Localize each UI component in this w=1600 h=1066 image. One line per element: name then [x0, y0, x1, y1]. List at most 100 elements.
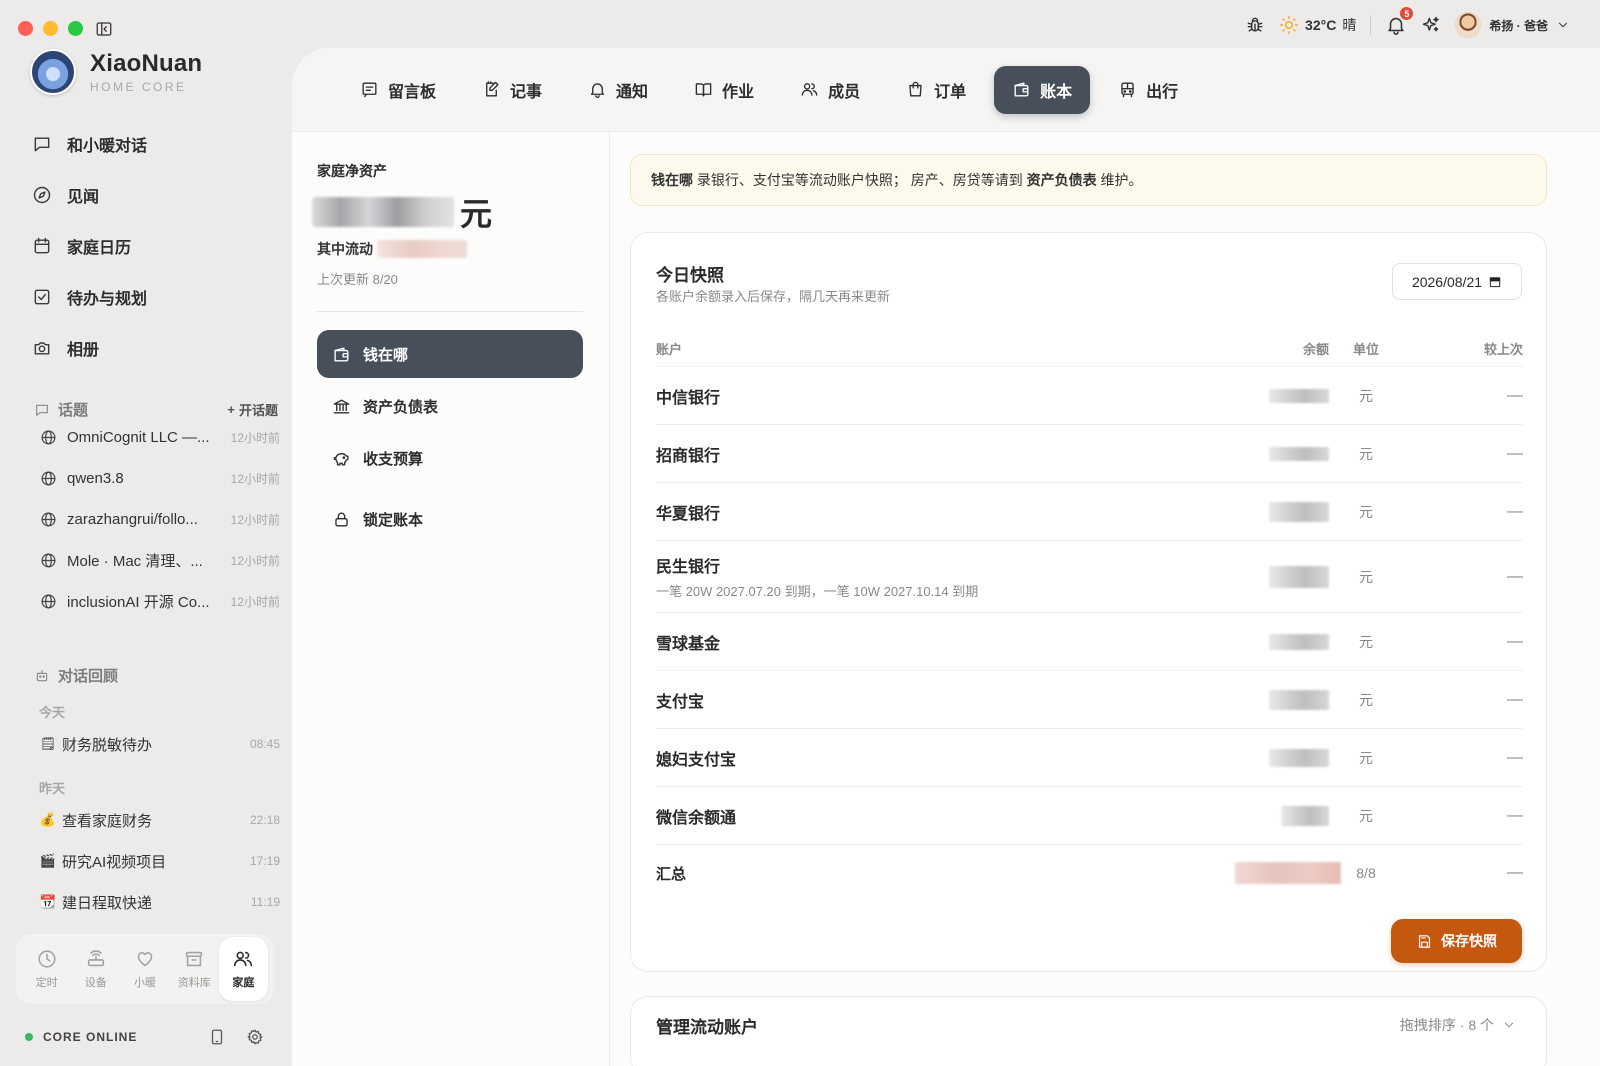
balance-input[interactable]	[1281, 805, 1329, 826]
dock-item-timer[interactable]: 定时	[22, 937, 71, 1001]
column-header-balance: 余额	[1302, 342, 1329, 357]
dock-label: 资料库	[177, 977, 211, 989]
money-bag-icon: 💰	[39, 812, 57, 827]
tab-homework[interactable]: 作业	[676, 66, 772, 114]
list-item[interactable]: 💰 查看家庭财务 22:18	[40, 808, 280, 832]
table-total-row: 汇总 8/8 —	[656, 845, 1523, 901]
tab-label: 账本	[1040, 83, 1073, 101]
snapshot-date-picker[interactable]: 2026/08/21	[1392, 263, 1522, 300]
dock-item-xiaonuan[interactable]: 小暖	[120, 937, 169, 1001]
tab-message-board[interactable]: 留言板	[342, 66, 454, 114]
sidebar-item-label: 家庭日历	[67, 239, 132, 257]
list-item[interactable]: qwen3.8 12小时前	[40, 458, 280, 499]
ledger-menu-budget[interactable]: 收支预算	[317, 434, 583, 482]
chevron-down-icon	[1556, 18, 1570, 32]
topic-time: 12小时前	[230, 513, 280, 527]
sidebar-item-album[interactable]: 相册	[32, 322, 272, 373]
manage-accounts-card[interactable]: 管理流动账户 拖拽排序 · 8 个	[630, 996, 1547, 1066]
ledger-menu-label: 钱在哪	[363, 346, 409, 364]
notifications-button[interactable]: 5	[1385, 7, 1414, 36]
user-menu[interactable]: 希扬 · 爸爸	[1455, 12, 1570, 38]
zoom-window-button[interactable]	[68, 21, 83, 36]
account-name: 媳妇支付宝	[656, 751, 737, 769]
bug-icon[interactable]	[1245, 15, 1265, 35]
list-item[interactable]: inclusionAI 开源 Co... 12小时前	[40, 581, 280, 622]
core-actions	[208, 1028, 264, 1046]
tab-orders[interactable]: 订单	[888, 66, 984, 114]
ledger-menu-lock[interactable]: 锁定账本	[317, 495, 583, 543]
sidebar-item-news[interactable]: 见闻	[32, 169, 272, 220]
list-item[interactable]: 🗒 财务脱敏待办 08:45	[40, 732, 280, 756]
notice-text-1: 录银行、支付宝等流动账户快照； 房产、房贷等请到	[693, 172, 1027, 188]
ledger-menu-label: 锁定账本	[363, 511, 424, 529]
total-label: 汇总	[656, 865, 687, 883]
ledger-menu-balance-sheet[interactable]: 资产负债表	[317, 382, 583, 430]
balance-input[interactable]	[1269, 446, 1329, 461]
globe-icon	[40, 429, 57, 446]
wallet-icon	[1012, 80, 1031, 99]
tab-ledger[interactable]: 账本	[994, 65, 1091, 114]
sidebar-item-todo[interactable]: 待办与规划	[32, 271, 272, 322]
account-name: 华夏银行	[656, 505, 721, 523]
topic-time: 12小时前	[230, 554, 280, 568]
review-title: 研究AI视频项目	[62, 853, 167, 871]
balance-input[interactable]	[1269, 633, 1329, 650]
sidebar-item-chat[interactable]: 和小暖对话	[32, 118, 272, 169]
dock-item-family[interactable]: 家庭	[218, 937, 269, 1001]
dock-item-devices[interactable]: 设备	[71, 937, 120, 1001]
brand-subtitle: HOME CORE	[90, 80, 187, 94]
account-note: 一笔 20W 2027.07.20 到期，一笔 10W 2027.10.14 到…	[656, 584, 979, 599]
archive-icon	[183, 948, 205, 970]
table-row: 支付宝 元 —	[656, 671, 1523, 729]
save-snapshot-button[interactable]: 保存快照	[1391, 919, 1522, 963]
tab-travel[interactable]: 出行	[1100, 66, 1196, 114]
tab-notes[interactable]: 记事	[464, 66, 560, 114]
account-unit: 元	[1359, 445, 1373, 462]
sidebar-toggle-icon[interactable]	[95, 20, 113, 38]
tab-members[interactable]: 成员	[782, 66, 878, 114]
family-icon	[232, 948, 254, 970]
balance-input[interactable]	[1269, 501, 1329, 522]
sparkle-icon[interactable]	[1421, 15, 1441, 35]
list-item[interactable]: 📆 建日程取快递 11:19	[40, 890, 280, 914]
titlebar-status: 32°C 晴 5 希扬 · 爸爸	[1245, 7, 1570, 38]
list-item[interactable]: OmniCognit LLC —... 12小时前	[40, 417, 280, 458]
tablet-icon[interactable]	[208, 1028, 226, 1046]
total-compare: —	[1507, 864, 1523, 881]
table-row: 华夏银行 元 —	[656, 483, 1523, 541]
liquid-redacted	[377, 240, 467, 258]
snapshot-date: 2026/08/21	[1411, 273, 1483, 290]
close-window-button[interactable]	[18, 21, 33, 36]
tab-label: 成员	[828, 83, 861, 101]
tab-notifications[interactable]: 通知	[570, 66, 666, 114]
ledger-menu-where-money[interactable]: 钱在哪	[317, 330, 583, 378]
tab-label: 出行	[1146, 83, 1179, 101]
list-item[interactable]: Mole · Mac 清理、... 12小时前	[40, 540, 280, 581]
dock-item-library[interactable]: 资料库	[170, 937, 219, 1001]
weather-condition: 晴	[1342, 17, 1357, 33]
topic-title: qwen3.8	[67, 470, 124, 487]
net-worth-redacted	[312, 197, 454, 227]
tab-label: 作业	[722, 83, 755, 101]
snapshot-title: 今日快照	[656, 266, 724, 285]
balance-input[interactable]	[1269, 689, 1329, 710]
account-compare: —	[1507, 502, 1523, 520]
topic-list: OmniCognit LLC —... 12小时前 qwen3.8 12小时前 …	[40, 417, 280, 622]
account-compare: —	[1507, 748, 1523, 766]
tab-label: 订单	[934, 83, 967, 101]
minimize-window-button[interactable]	[43, 21, 58, 36]
balance-input[interactable]	[1269, 565, 1329, 588]
notice-bold-2: 资产负债表	[1026, 172, 1097, 188]
status-dot	[25, 1033, 33, 1041]
sidebar-item-calendar[interactable]: 家庭日历	[32, 220, 272, 271]
sidebar-item-label: 和小暖对话	[67, 137, 148, 155]
divider	[317, 311, 583, 312]
gear-icon[interactable]	[246, 1028, 264, 1046]
list-item[interactable]: zarazhangrui/follo... 12小时前	[40, 499, 280, 540]
list-item[interactable]: 🎬 研究AI视频项目 17:19	[40, 849, 280, 873]
balance-input[interactable]	[1269, 748, 1329, 767]
sidebar-nav: 和小暖对话 见闻 家庭日历 待办与规划 相册	[32, 118, 272, 373]
chevron-down-icon[interactable]	[1502, 1018, 1516, 1032]
balance-input[interactable]	[1269, 388, 1329, 403]
account-compare: —	[1507, 567, 1523, 585]
